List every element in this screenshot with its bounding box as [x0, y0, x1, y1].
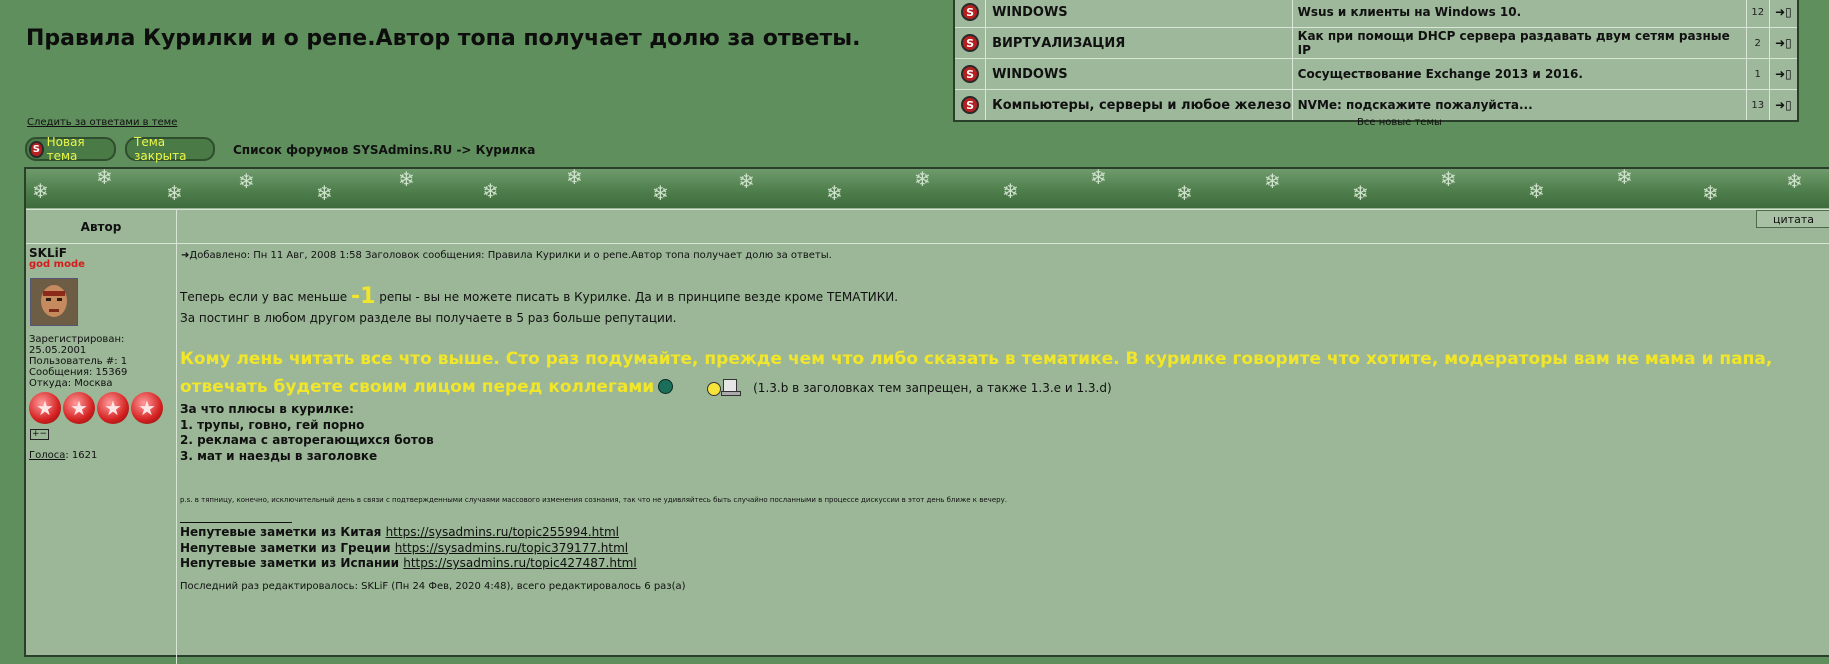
star-icon: ★ [131, 392, 163, 424]
author-name[interactable]: SKLiF [29, 246, 67, 260]
ps-note: p.s. в тяпницу, конечно, исключительный … [180, 496, 1007, 504]
recent-forum-name[interactable]: ВИРТУАЛИЗАЦИЯ [986, 28, 1293, 58]
recent-topic-row[interactable]: S WINDOWS Сосуществование Exchange 2013 … [955, 58, 1797, 89]
author-location: Откуда: Москва [29, 378, 113, 389]
site-logo-icon: S [961, 34, 980, 52]
go-to-last-post-icon[interactable]: ➜▯ [1770, 59, 1797, 89]
new-topic-button[interactable]: S Новая тема [25, 135, 116, 163]
reputation-toggle-icon[interactable]: +− [30, 429, 50, 440]
recent-topic-title[interactable]: Сосуществование Exchange 2013 и 2016. [1293, 59, 1747, 89]
recent-topic-title[interactable]: Как при помощи DHCP сервера раздавать дв… [1293, 28, 1747, 58]
go-to-last-post-icon[interactable]: ➜▯ [1770, 28, 1797, 58]
recent-forum-name[interactable]: WINDOWS [986, 59, 1293, 89]
recent-reply-count: 2 [1747, 28, 1770, 58]
author-panel: SKLiF god mode Зарегистрирован: 25.05.20… [26, 244, 177, 664]
recent-topics-table: S WINDOWS Wsus и клиенты на Windows 10. … [953, 0, 1799, 122]
author-column-header: Автор [26, 210, 177, 243]
signature-link[interactable]: https://sysadmins.ru/topic379177.html [395, 541, 628, 555]
signature-link[interactable]: https://sysadmins.ru/topic427487.html [403, 556, 636, 570]
smiley-icon [658, 379, 674, 394]
snowflake-banner: ❄ ❄ ❄ ❄ ❄ ❄ ❄ ❄ ❄ ❄ ❄ ❄ ❄ ❄ ❄ ❄ ❄ ❄ ❄ ❄ … [26, 167, 1829, 208]
quote-button[interactable]: цитата [1756, 210, 1829, 228]
signature: Непутевые заметки из Китая https://sysad… [180, 525, 637, 572]
votes-value: : 1621 [65, 450, 98, 461]
site-logo-icon: S [961, 3, 980, 21]
post-meta-text: Добавлено: Пн 11 Авг, 2008 1:58 Заголово… [189, 250, 832, 261]
new-topic-label: Новая тема [46, 135, 85, 163]
signature-divider [180, 522, 292, 523]
signature-line: Непутевые заметки из Китая https://sysad… [180, 525, 619, 539]
topic-title: Правила Курилки и о репе.Автор топа полу… [26, 26, 861, 51]
site-logo-icon: S [961, 65, 980, 83]
table-header-row: Автор [26, 209, 1829, 244]
recent-topic-row[interactable]: S Компьютеры, серверы и любое железо NVM… [955, 89, 1797, 120]
post-table: ❄ ❄ ❄ ❄ ❄ ❄ ❄ ❄ ❄ ❄ ❄ ❄ ❄ ❄ ❄ ❄ ❄ ❄ ❄ ❄ … [24, 167, 1829, 664]
star-icon: ★ [29, 392, 61, 424]
rep-threshold: -1 [351, 284, 376, 309]
signature-link[interactable]: https://sysadmins.ru/topic255994.html [386, 525, 619, 539]
post-paragraph: Теперь если у вас меньше -1 репы - вы не… [180, 284, 899, 309]
votes: Голоса: 1621 [29, 450, 97, 461]
site-logo-icon: S [29, 140, 44, 158]
list-item: 1. трупы, говно, гей порно [180, 417, 365, 432]
computer-smiley-icon [707, 379, 747, 396]
rating-stars: ★ ★ ★ ★ [29, 392, 163, 424]
signature-line: Непутевые заметки из Греции https://sysa… [180, 540, 629, 555]
author-rank: god mode [29, 259, 85, 270]
topic-locked-label: Тема закрыта [134, 135, 187, 163]
list-item: 3. мат и наезды в заголовке [180, 448, 378, 463]
recent-reply-count: 1 [1747, 59, 1770, 89]
highlight-paragraph: Кому лень читать все что выше. Сто раз п… [180, 349, 1773, 397]
votes-link[interactable]: Голоса [29, 450, 65, 461]
go-to-last-post-icon[interactable]: ➜▯ [1770, 90, 1797, 120]
recent-forum-name[interactable]: Компьютеры, серверы и любое железо [986, 90, 1293, 120]
recent-reply-count: 12 [1747, 0, 1770, 27]
post-paragraph: За постинг в любом другом разделе вы пол… [180, 311, 677, 325]
topic-locked-button[interactable]: Тема закрыта [125, 135, 215, 163]
all-new-topics-link[interactable]: Все новые темы [1357, 117, 1442, 128]
list-title: За что плюсы в курилке: [180, 402, 354, 416]
star-icon: ★ [97, 392, 129, 424]
recent-topic-row[interactable]: S ВИРТУАЛИЗАЦИЯ Как при помощи DHCP серв… [955, 27, 1797, 58]
recent-reply-count: 13 [1747, 90, 1770, 120]
recent-topic-title[interactable]: NVMe: подскажите пожалуйста... [1293, 90, 1747, 120]
recent-forum-name[interactable]: WINDOWS [986, 0, 1293, 27]
post-meta: ➜Добавлено: Пн 11 Авг, 2008 1:58 Заголов… [181, 250, 832, 261]
breadcrumb[interactable]: Список форумов SYSAdmins.RU -> Курилка [233, 143, 535, 157]
rules-list: За что плюсы в курилке: 1. трупы, говно,… [180, 402, 434, 464]
avatar [30, 278, 78, 326]
star-icon: ★ [63, 392, 95, 424]
edited-note: Последний раз редактировалось: SKLiF (Пн… [180, 581, 686, 592]
signature-line: Непутевые заметки из Испании https://sys… [180, 556, 637, 570]
site-logo-icon: S [961, 96, 980, 114]
recent-topic-title[interactable]: Wsus и клиенты на Windows 10. [1293, 0, 1747, 27]
list-item: 2. реклама с авторегающихся ботов [180, 433, 434, 447]
watch-topic-link[interactable]: Следить за ответами в теме [27, 117, 177, 128]
recent-topic-row[interactable]: S WINDOWS Wsus и клиенты на Windows 10. … [955, 0, 1797, 27]
go-to-last-post-icon[interactable]: ➜▯ [1770, 0, 1797, 27]
